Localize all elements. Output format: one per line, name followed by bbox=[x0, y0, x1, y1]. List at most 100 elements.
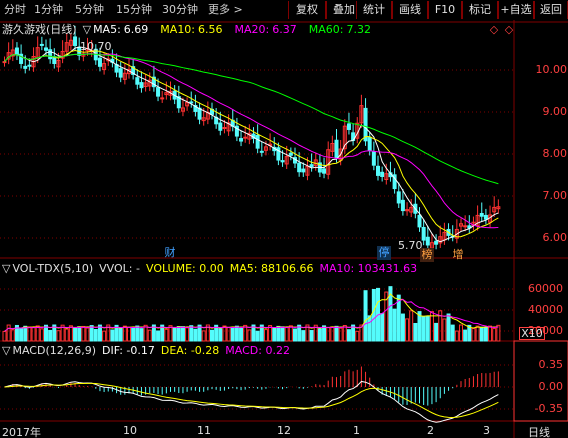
volume-bar bbox=[64, 328, 69, 342]
candle-body bbox=[483, 214, 488, 220]
volume-bar bbox=[355, 330, 360, 342]
volume-bar bbox=[483, 326, 488, 342]
volume-bar bbox=[413, 322, 418, 342]
volume-bar bbox=[454, 330, 459, 342]
volume-value: VOLUME: 0.00 bbox=[145, 262, 224, 275]
mark-button[interactable]: 标记 bbox=[462, 1, 498, 19]
statistics-button[interactable]: 统计 bbox=[356, 1, 392, 19]
volume-bar bbox=[185, 327, 190, 342]
candle-body bbox=[396, 191, 401, 204]
volume-bar bbox=[326, 327, 331, 342]
period-tab-30min[interactable]: 30分钟 bbox=[162, 2, 198, 18]
ma10-line bbox=[4, 50, 499, 238]
candle-body bbox=[280, 160, 285, 163]
x-tick: 12 bbox=[277, 424, 291, 437]
ma5-label: MA5: bbox=[93, 23, 121, 36]
volume-bar bbox=[230, 326, 235, 342]
period-tab-15min[interactable]: 15分钟 bbox=[116, 2, 152, 18]
period-tab-timeshare[interactable]: 分时 bbox=[4, 2, 26, 18]
price-tick: 6.00 bbox=[542, 231, 568, 244]
event-tag-issue[interactable]: 增 bbox=[451, 248, 465, 262]
candle-body bbox=[425, 236, 430, 246]
chart-grid bbox=[0, 20, 568, 438]
draw-line-button[interactable]: 画线 bbox=[392, 1, 428, 19]
volume-bar bbox=[222, 325, 227, 342]
volume-bar bbox=[127, 326, 131, 342]
kline-legend: 游久游戏(日线) ▽ MA5: 6.69 MA10: 6.56 MA20: 6.37 MA60:… bbox=[2, 23, 383, 37]
period-tab-more[interactable]: 更多 > bbox=[208, 2, 243, 18]
volume-bar bbox=[193, 328, 198, 342]
volume-bar bbox=[400, 313, 405, 342]
volume-ma5-value: MA5: 88106.66 bbox=[229, 262, 314, 275]
candle-body bbox=[23, 65, 28, 69]
volume-bar bbox=[143, 324, 148, 342]
volume-bar bbox=[234, 325, 239, 342]
indicator-dropdown-icon[interactable]: ▽ bbox=[83, 23, 91, 36]
volume-bar bbox=[367, 315, 372, 342]
candle-body bbox=[417, 214, 422, 228]
stock-chart[interactable] bbox=[0, 20, 568, 438]
x-tick: 1 bbox=[353, 424, 360, 437]
volume-bars bbox=[2, 286, 501, 342]
volume-bar bbox=[77, 326, 82, 342]
volume-bar bbox=[118, 327, 123, 342]
daily-period-label[interactable]: 日线 bbox=[528, 424, 550, 438]
candle-body bbox=[380, 171, 385, 177]
candle-body bbox=[160, 97, 165, 100]
collapse-icon[interactable]: ◇ bbox=[503, 24, 515, 36]
volume-bar bbox=[425, 315, 430, 342]
volume-bar bbox=[2, 330, 7, 342]
dea-line bbox=[4, 382, 499, 419]
volume-bar bbox=[110, 329, 115, 342]
dea-value: DEA: -0.28 bbox=[160, 344, 220, 357]
macd-title: MACD(12,26,9) bbox=[12, 344, 97, 357]
candle-body bbox=[400, 199, 405, 212]
add-favorite-button[interactable]: +自选 bbox=[498, 1, 534, 19]
period-tab-1min[interactable]: 1分钟 bbox=[34, 2, 63, 18]
price-tick: 7.00 bbox=[542, 189, 568, 202]
volume-bar bbox=[409, 310, 414, 342]
volume-bar bbox=[434, 322, 439, 342]
volume-bar bbox=[272, 327, 277, 342]
period-tab-5min[interactable]: 5分钟 bbox=[75, 2, 104, 18]
event-tag-suspend[interactable]: 停 bbox=[377, 246, 391, 260]
macd-tick: 0.35 bbox=[538, 358, 564, 371]
volume-bar bbox=[23, 325, 28, 342]
volume-bar bbox=[380, 313, 385, 342]
candle-body bbox=[218, 122, 223, 131]
volume-bar bbox=[488, 325, 493, 342]
candle-body bbox=[297, 162, 302, 173]
back-button[interactable]: 返回 bbox=[534, 1, 568, 19]
volume-bar bbox=[19, 327, 24, 342]
candle-body bbox=[363, 107, 368, 142]
volume-bar bbox=[218, 328, 223, 342]
volume-bar bbox=[450, 324, 455, 342]
volume-bar bbox=[89, 325, 94, 342]
volume-bar bbox=[56, 330, 61, 342]
dif-value: DIF: -0.17 bbox=[102, 344, 155, 357]
ma20-legend: MA20: 6.37 bbox=[235, 23, 303, 36]
volume-bar bbox=[122, 325, 127, 342]
x-tick: 10 bbox=[123, 424, 137, 437]
volume-dropdown-icon[interactable]: ▽ bbox=[2, 262, 10, 275]
event-tag-ranking[interactable]: 榜 bbox=[420, 248, 434, 262]
candle-body bbox=[334, 139, 339, 159]
diamond-icon[interactable]: ◇ bbox=[488, 24, 500, 36]
volume-bar bbox=[284, 327, 289, 342]
candle-body bbox=[97, 57, 102, 67]
macd-dropdown-icon[interactable]: ▽ bbox=[2, 344, 10, 357]
volume-bar bbox=[81, 325, 86, 342]
price-tick: 8.00 bbox=[542, 147, 568, 160]
event-tag-financial[interactable]: 财 bbox=[163, 246, 177, 260]
volume-bar bbox=[176, 326, 181, 342]
ma20-line bbox=[4, 53, 499, 229]
volume-bar bbox=[243, 324, 248, 342]
vvol-value: VVOL: - bbox=[99, 262, 140, 275]
x-tick: 2 bbox=[427, 424, 434, 437]
volume-bar bbox=[276, 325, 281, 342]
volume-bar bbox=[31, 326, 36, 342]
f10-button[interactable]: F10 bbox=[428, 1, 462, 19]
candle-body bbox=[73, 36, 78, 47]
restore-rights-button[interactable]: 复权 bbox=[288, 1, 326, 19]
candle-body bbox=[301, 168, 306, 173]
